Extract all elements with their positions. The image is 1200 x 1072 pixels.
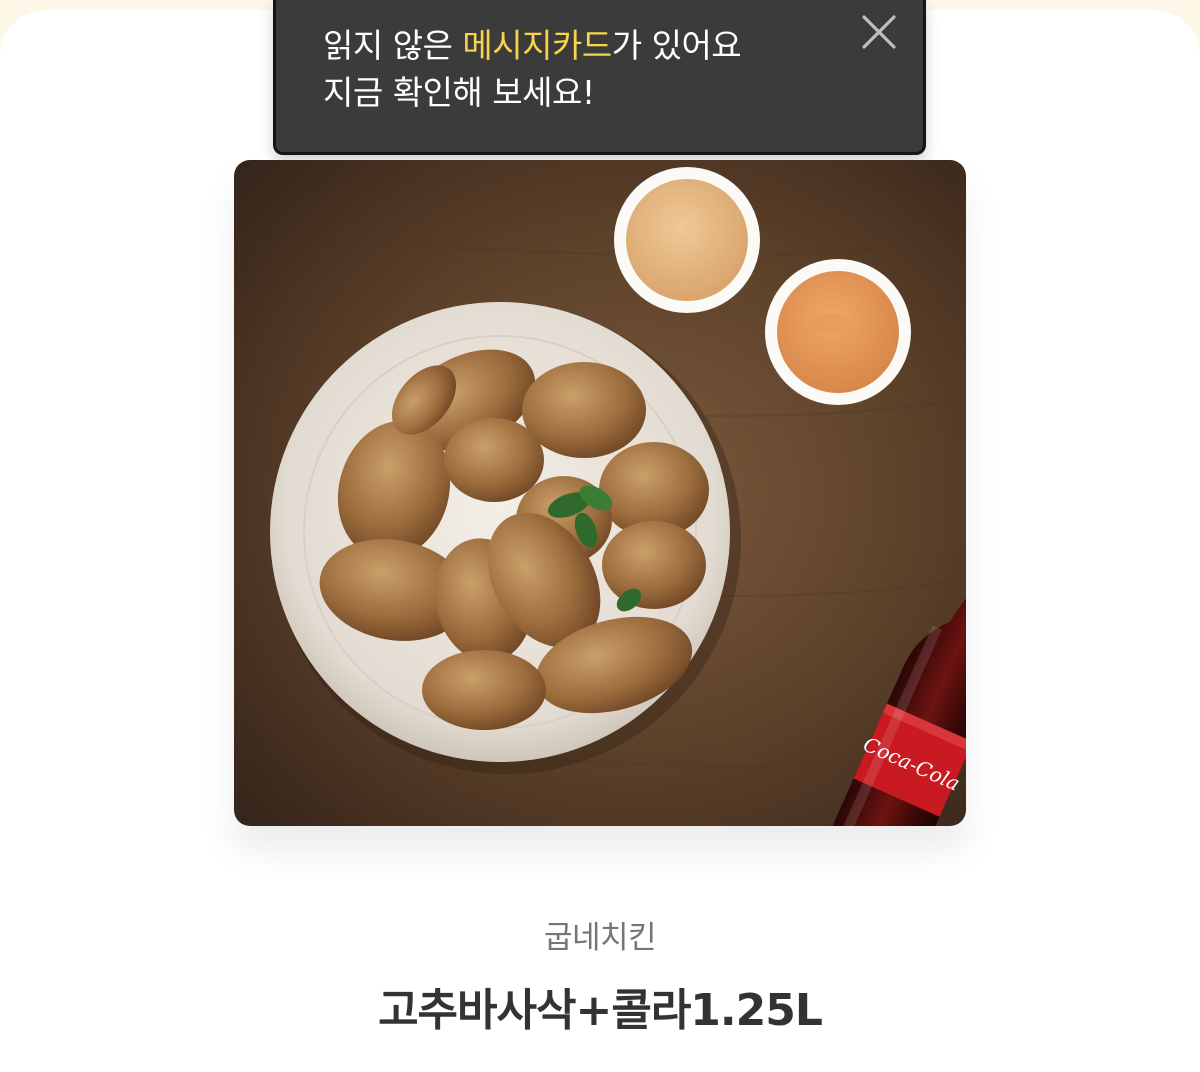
sauce-cup-2 [765,259,911,405]
brand-name: 굽네치킨 [543,920,657,956]
close-icon [862,15,896,49]
chicken-cola-photo: Coca-Cola [234,160,966,826]
message-card-tooltip[interactable]: 읽지 않은 메시지카드가 있어요 지금 확인해 보세요! [273,0,926,155]
sauce-cup-1 [614,167,760,313]
tooltip-close-button[interactable] [859,12,899,52]
tooltip-text-prefix: 읽지 않은 [323,26,463,65]
tooltip-highlight: 메시지카드 [462,26,612,65]
product-name: 고추바사삭+콜라1.25L [378,985,823,1036]
product-image[interactable]: Coca-Cola [234,160,966,826]
tooltip-line-1: 읽지 않은 메시지카드가 있어요 [323,22,742,69]
tooltip-line-2: 지금 확인해 보세요! [323,73,595,112]
tooltip-text-suffix: 가 있어요 [611,26,742,65]
tooltip-message: 읽지 않은 메시지카드가 있어요 지금 확인해 보세요! [323,22,742,116]
